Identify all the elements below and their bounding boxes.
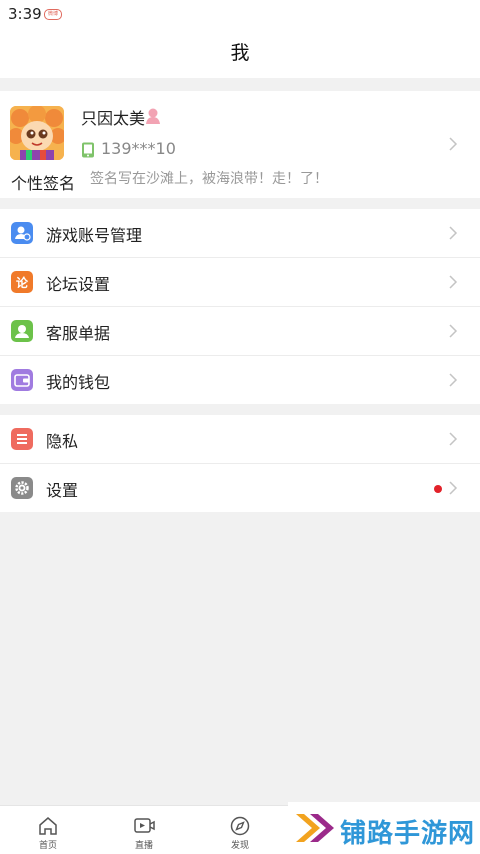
- menu-item-privacy[interactable]: 隐私: [0, 415, 480, 464]
- phone-number: 139***10: [101, 139, 176, 158]
- phone-icon: [81, 142, 95, 158]
- watermark-text: 铺路手游网: [340, 819, 476, 849]
- home-icon: [37, 815, 59, 837]
- menu-item-customer-service[interactable]: 客服单据: [0, 307, 480, 356]
- notification-dot: [434, 485, 442, 493]
- notification-app-icon: 微博: [44, 9, 62, 20]
- privacy-icon: [11, 428, 33, 450]
- watermark: 铺路手游网: [288, 802, 480, 853]
- nav-item-discover[interactable]: 发现: [200, 806, 280, 854]
- menu-label: 隐私: [46, 432, 79, 451]
- chevron-right-icon: [448, 274, 458, 290]
- status-time: 3:39: [8, 5, 42, 23]
- menu-group-account: 游戏账号管理 论 论坛设置 客服单据 我的钱包: [0, 209, 480, 404]
- avatar[interactable]: [10, 106, 64, 160]
- forum-settings-icon: 论: [11, 271, 33, 293]
- signature-label: 个性签名: [11, 174, 76, 193]
- menu-label: 游戏账号管理: [46, 226, 143, 245]
- menu-label: 我的钱包: [46, 373, 111, 392]
- status-bar: 3:39 微博: [0, 0, 480, 28]
- profile-card[interactable]: 只因太美 139***10 个性签名 签名写在沙滩上，被海浪带！走！了！: [0, 91, 480, 198]
- chevron-right-icon: [448, 480, 458, 496]
- chevron-right-icon: [448, 323, 458, 339]
- menu-label: 论坛设置: [46, 275, 111, 294]
- watermark-logo-icon: [292, 808, 338, 848]
- live-icon: [133, 815, 155, 837]
- chevron-right-icon: [448, 136, 458, 152]
- title-bar: 我: [0, 28, 480, 78]
- menu-item-game-account[interactable]: 游戏账号管理: [0, 209, 480, 258]
- nickname: 只因太美: [81, 109, 146, 128]
- menu-label: 设置: [46, 481, 79, 500]
- menu-label: 客服单据: [46, 324, 111, 343]
- menu-item-wallet[interactable]: 我的钱包: [0, 356, 480, 404]
- nav-item-live[interactable]: 直播: [104, 806, 184, 854]
- nav-item-home[interactable]: 首页: [8, 806, 88, 854]
- menu-group-settings: 隐私 设置: [0, 415, 480, 512]
- menu-item-forum-settings[interactable]: 论 论坛设置: [0, 258, 480, 307]
- wallet-icon: [11, 369, 33, 391]
- svg-text:论: 论: [16, 275, 29, 290]
- customer-service-icon: [11, 320, 33, 342]
- account-manage-icon: [11, 222, 33, 244]
- signature-text: 签名写在沙滩上，被海浪带！走！了！: [90, 171, 328, 187]
- discover-icon: [229, 815, 251, 837]
- page-title: 我: [230, 42, 250, 64]
- chevron-right-icon: [448, 372, 458, 388]
- nav-label: 直播: [134, 841, 153, 851]
- menu-item-settings[interactable]: 设置: [0, 464, 480, 512]
- chevron-right-icon: [448, 431, 458, 447]
- nav-label: 发现: [230, 841, 249, 851]
- nav-label: 首页: [38, 841, 57, 851]
- gear-icon: [11, 477, 33, 499]
- gender-female-icon: [145, 107, 161, 125]
- chevron-right-icon: [448, 225, 458, 241]
